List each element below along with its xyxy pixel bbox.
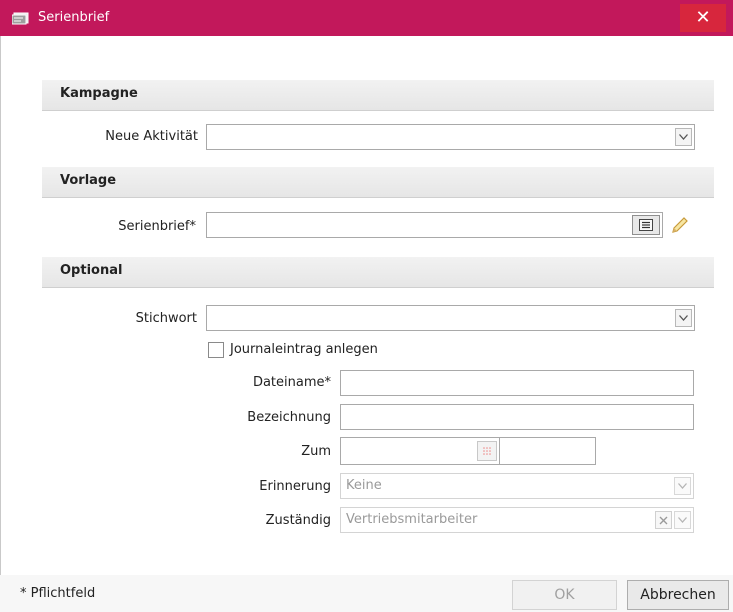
pencil-icon[interactable]	[669, 214, 691, 236]
calendar-icon[interactable]	[477, 441, 497, 461]
erinnerung-dropdown[interactable]: Keine	[340, 473, 694, 499]
close-button[interactable]: ✕	[680, 4, 726, 32]
dateiname-field[interactable]	[340, 370, 694, 396]
date-divider	[499, 438, 500, 464]
list-icon[interactable]	[632, 215, 660, 235]
serienbrief-label: Serienbrief*	[118, 219, 196, 234]
neue-aktivitaet-dropdown[interactable]	[206, 124, 695, 150]
erinnerung-value: Keine	[346, 478, 382, 493]
ok-button[interactable]: OK	[512, 580, 617, 610]
dialog-footer	[0, 575, 733, 612]
section-header-kampagne: Kampagne	[42, 80, 714, 111]
section-title-kampagne: Kampagne	[60, 86, 138, 101]
title-bar	[0, 0, 733, 36]
clear-icon[interactable]	[655, 511, 672, 529]
neue-aktivitaet-label: Neue Aktivität	[105, 129, 198, 144]
dateiname-label: Dateiname*	[252, 375, 331, 390]
journal-checkbox[interactable]	[208, 342, 224, 358]
chevron-down-icon[interactable]	[675, 128, 692, 146]
erinnerung-label: Erinnerung	[259, 479, 331, 494]
cancel-button[interactable]: Abbrechen	[627, 580, 729, 610]
bezeichnung-label: Bezeichnung	[247, 410, 331, 425]
required-field-note: * Pflichtfeld	[20, 586, 96, 601]
bezeichnung-field[interactable]	[340, 404, 694, 430]
zustaendig-value: Vertriebsmitarbeiter	[346, 512, 478, 527]
chevron-down-icon[interactable]	[674, 511, 691, 529]
section-title-vorlage: Vorlage	[60, 173, 117, 188]
section-header-optional: Optional	[42, 257, 714, 288]
zum-date-field[interactable]	[340, 437, 596, 465]
zustaendig-dropdown[interactable]: Vertriebsmitarbeiter	[340, 507, 694, 533]
mail-merge-icon	[12, 12, 29, 25]
stichwort-dropdown[interactable]	[206, 305, 695, 331]
window-title: Serienbrief	[38, 10, 110, 25]
zustaendig-label: Zuständig	[265, 513, 331, 528]
stichwort-label: Stichwort	[135, 311, 197, 326]
zum-label: Zum	[301, 444, 331, 459]
section-header-vorlage: Vorlage	[42, 167, 714, 198]
chevron-down-icon[interactable]	[674, 477, 691, 495]
section-title-optional: Optional	[60, 263, 123, 278]
window-border	[0, 36, 1, 612]
chevron-down-icon[interactable]	[675, 309, 692, 327]
serienbrief-field[interactable]	[206, 212, 663, 238]
journal-checkbox-label[interactable]: Journaleintrag anlegen	[230, 340, 378, 360]
